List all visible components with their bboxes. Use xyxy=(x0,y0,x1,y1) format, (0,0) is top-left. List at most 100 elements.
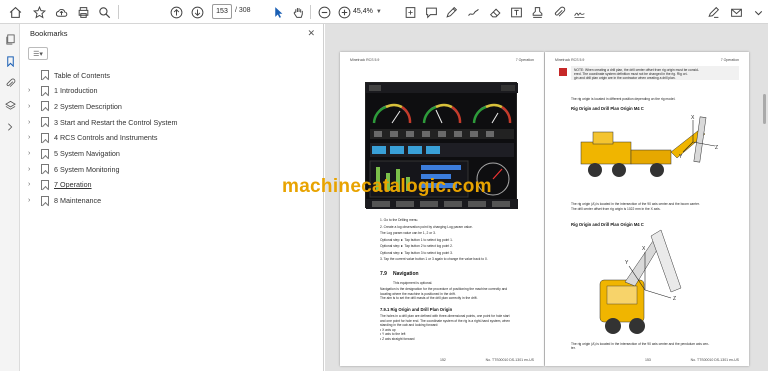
bookmark-icon xyxy=(41,117,49,128)
toolbar-divider xyxy=(118,5,119,19)
zoom-value: 45,4% xyxy=(353,8,373,15)
bookmark-item[interactable]: › 1 Introduction xyxy=(28,84,98,98)
sidebar-toggle-icon[interactable] xyxy=(750,4,766,20)
subsection-title: 7.9.1 Rig Origin and Drill Plan Origin xyxy=(380,307,453,312)
zoom-out-icon[interactable] xyxy=(316,4,332,20)
bookmarks-title: Bookmarks xyxy=(30,29,68,38)
chevron-down-icon: ▼ xyxy=(375,8,382,15)
page-header-left: Minetruck RCS 5.9 xyxy=(555,58,585,62)
page-footer-number: 153 xyxy=(645,358,651,362)
bookmark-icon xyxy=(41,70,49,80)
chevron-right-icon[interactable]: › xyxy=(28,197,36,204)
sign-icon[interactable] xyxy=(571,4,587,20)
figure-2-title: Rig Origin and Drill Plan Origin M4 C xyxy=(571,222,644,227)
page-footer-docno: No. TTS00010 DS-1301 en-US xyxy=(485,358,534,362)
pages-thumbnails-icon[interactable] xyxy=(3,32,17,46)
print-icon[interactable] xyxy=(75,4,91,20)
drill-rig-front-illustration: X Z Y xyxy=(599,229,682,334)
bookmarks-panel: Bookmarks ✕ ☰▾ Table of Contents › 1 Intro… xyxy=(20,24,324,371)
search-icon[interactable] xyxy=(96,4,112,20)
list-options-icon: ☰▾ xyxy=(33,50,43,58)
highlight-pen-icon[interactable] xyxy=(443,4,459,20)
document-page-right: Minetruck RCS 5.9 7 Operation NOTE: When… xyxy=(545,52,749,366)
expand-panel-icon[interactable] xyxy=(3,120,17,134)
bookmark-icon xyxy=(41,195,49,206)
draw-icon[interactable] xyxy=(465,4,481,20)
procedure-step: 1. Go to the Drilling menu. xyxy=(380,218,419,222)
section-subtitle: This equipment is optional. xyxy=(393,281,433,285)
share-sign-icon[interactable] xyxy=(705,4,721,20)
section-title: Navigation xyxy=(393,271,419,277)
document-page-left: Minetruck RCS 5.9 7 Operation 1. Go to t… xyxy=(340,52,544,366)
bookmark-item[interactable]: Table of Contents xyxy=(28,68,110,82)
bookmark-label: 2 System Description xyxy=(54,101,122,111)
bookmark-icon xyxy=(41,164,49,175)
bookmark-label: 8 Maintenance xyxy=(54,196,102,206)
zoom-in-icon[interactable] xyxy=(336,4,352,20)
hand-tool-icon[interactable] xyxy=(290,4,306,20)
top-toolbar: 153 / 308 45,4% ▼ xyxy=(0,0,768,24)
bookmark-options-button[interactable]: ☰▾ xyxy=(28,47,48,60)
page-down-icon[interactable] xyxy=(189,4,205,20)
note-line: gin and drill plan origin are in the con… xyxy=(574,76,676,80)
page-up-icon[interactable] xyxy=(168,4,184,20)
close-icon[interactable]: ✕ xyxy=(307,28,315,39)
svg-text:Y: Y xyxy=(625,260,629,266)
figure-1-caption-line: The rig origin (A) is located in the int… xyxy=(571,202,700,206)
bookmark-item[interactable]: › 8 Maintenance xyxy=(28,194,101,208)
home-icon[interactable] xyxy=(7,4,23,20)
page-footer-docno: No. TTS00010 DS-1301 en-US xyxy=(690,358,739,362)
navigation-rail xyxy=(0,24,20,371)
bookmark-item[interactable]: › 6 System Monitoring xyxy=(28,162,120,176)
bookmark-label: 7 Operation xyxy=(54,180,92,190)
section-body-line: The aim is to set the drill masts of the… xyxy=(380,296,478,301)
attach-icon[interactable] xyxy=(551,4,567,20)
bookmark-item[interactable]: › 7 Operation xyxy=(28,178,92,192)
eraser-icon[interactable] xyxy=(487,4,503,20)
chevron-right-icon[interactable]: › xyxy=(28,103,36,110)
procedure-step: 2. Create a log observation point by cha… xyxy=(380,224,473,229)
svg-text:Z: Z xyxy=(673,296,676,302)
chevron-right-icon[interactable]: › xyxy=(28,150,36,157)
vertical-scrollbar-thumb[interactable] xyxy=(763,94,766,124)
page-number-input[interactable]: 153 xyxy=(212,4,232,19)
chevron-right-icon[interactable]: › xyxy=(28,119,36,126)
bookmark-item[interactable]: › 5 System Navigation xyxy=(28,147,120,161)
bookmark-item[interactable]: › 4 RCS Controls and Instruments xyxy=(28,131,157,145)
subsection-body-line: • Z axis straight forward xyxy=(380,337,415,341)
bookmark-label: Table of Contents xyxy=(54,70,110,80)
bookmark-item[interactable]: › 3 Start and Restart the Control System xyxy=(28,115,177,129)
bookmark-panel-icon[interactable] xyxy=(3,54,17,68)
svg-text:X: X xyxy=(642,246,646,252)
note-box: NOTE: When creating a drill plan, the dr… xyxy=(559,66,739,80)
page-header-right: 7 Operation xyxy=(720,58,739,62)
svg-text:X: X xyxy=(691,115,695,121)
figure-1-title: Rig Origin and Drill Plan Origin M4 C xyxy=(571,106,644,111)
procedure-step: Optional step ► Tap button 1 to select l… xyxy=(380,237,453,242)
chevron-right-icon[interactable]: › xyxy=(28,181,36,188)
chevron-right-icon[interactable]: › xyxy=(28,87,36,94)
bookmark-label: 4 RCS Controls and Instruments xyxy=(54,133,158,143)
page-header-left: Minetruck RCS 5.9 xyxy=(350,58,380,62)
bookmark-star-icon[interactable] xyxy=(31,4,47,20)
chevron-right-icon[interactable]: › xyxy=(28,134,36,141)
procedure-step: Optional step ► Tap button 2 to select l… xyxy=(380,244,453,248)
layers-icon[interactable] xyxy=(3,98,17,112)
procedure-step: 3. Tap the current value button 1 or 3 a… xyxy=(380,257,488,261)
chevron-right-icon[interactable]: › xyxy=(28,166,36,173)
drill-rig-side-illustration: X Z Y xyxy=(580,115,718,177)
stamp-icon[interactable] xyxy=(529,4,545,20)
bookmark-item[interactable]: › 2 System Description xyxy=(28,99,122,113)
bookmark-label: 5 System Navigation xyxy=(54,149,120,158)
share-mail-icon[interactable] xyxy=(728,4,744,20)
comment-icon[interactable] xyxy=(423,4,439,20)
zoom-select[interactable]: 45,4% ▼ xyxy=(353,4,385,19)
page-total-label: / 308 xyxy=(235,7,251,14)
page-header-right: 7 Operation xyxy=(515,58,534,62)
bookmark-icon xyxy=(41,132,49,143)
fit-page-icon[interactable] xyxy=(402,4,418,20)
attachments-icon[interactable] xyxy=(3,76,17,90)
select-cursor-icon[interactable] xyxy=(270,4,286,20)
text-box-icon[interactable] xyxy=(508,4,524,20)
cloud-upload-icon[interactable] xyxy=(53,4,69,20)
